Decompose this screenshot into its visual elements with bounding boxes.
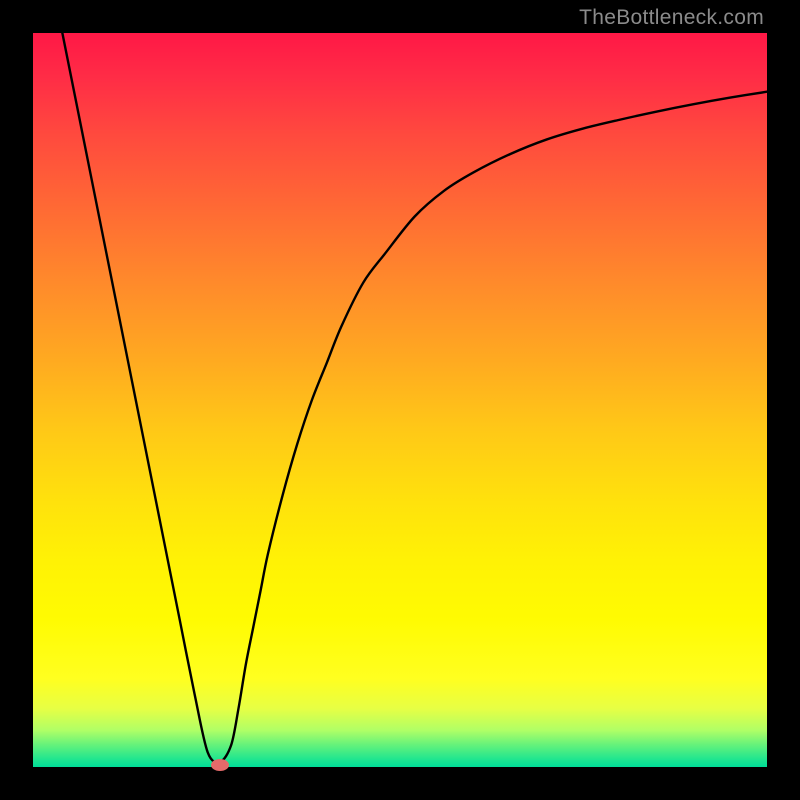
min-marker [211,759,229,771]
watermark: TheBottleneck.com [579,6,764,30]
curve-path [62,33,767,762]
curve-svg [33,33,767,767]
chart-frame: TheBottleneck.com [0,0,800,800]
plot-area [33,33,767,767]
